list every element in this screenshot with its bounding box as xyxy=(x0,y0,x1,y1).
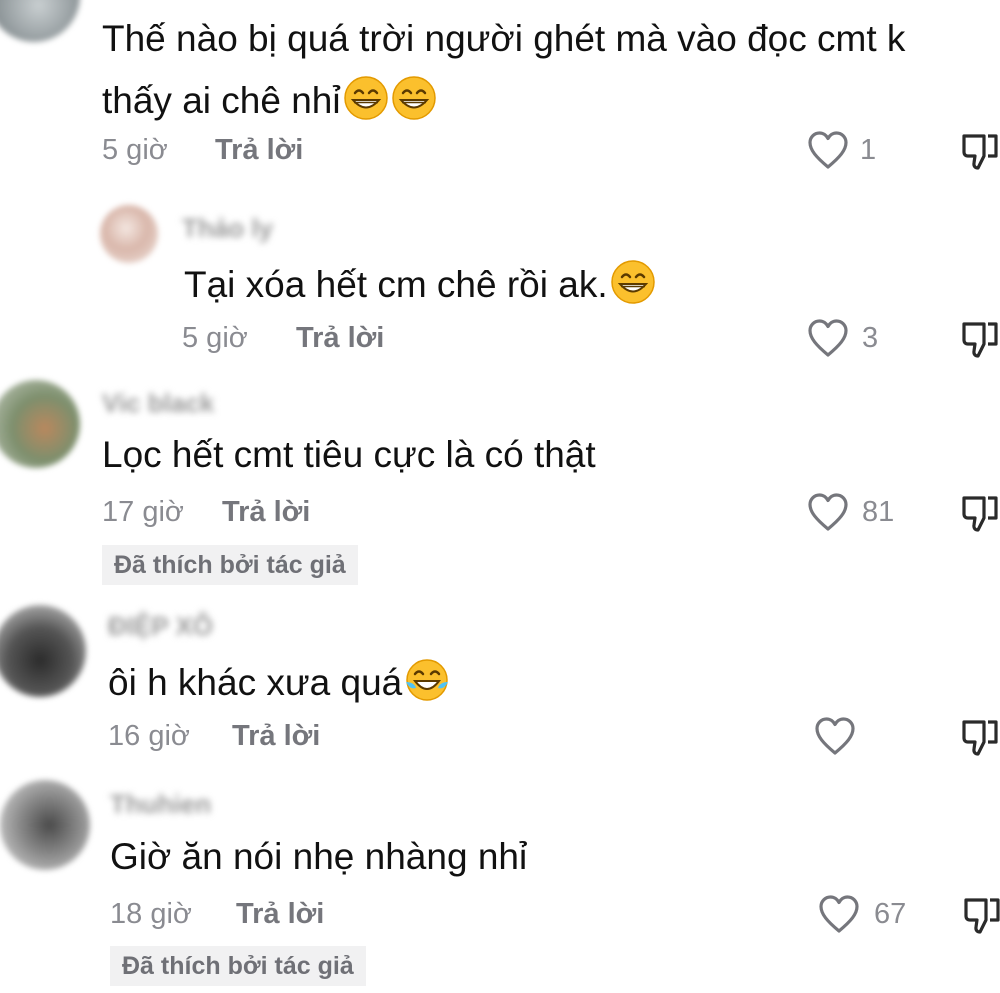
liked-by-creator-badge: Đã thích bởi tác giả xyxy=(110,946,366,986)
comment-text: Tại xóa hết cm chê rồi ak. xyxy=(184,254,656,316)
like-count: 3 xyxy=(862,322,879,354)
heart-outline-icon[interactable] xyxy=(807,130,849,170)
heart-outline-icon[interactable] xyxy=(814,716,856,756)
avatar[interactable] xyxy=(100,205,158,263)
avatar[interactable] xyxy=(0,0,80,42)
reply-button[interactable]: Trả lời xyxy=(222,496,310,529)
grin-emoji-icon xyxy=(391,75,437,121)
username[interactable]: Thuhien xyxy=(110,789,211,820)
heart-outline-icon[interactable] xyxy=(807,318,849,358)
reply-button[interactable]: Trả lời xyxy=(232,720,320,753)
heart-outline-icon[interactable] xyxy=(818,894,860,934)
tears-of-joy-emoji-icon xyxy=(404,657,450,703)
avatar[interactable] xyxy=(0,605,86,697)
liked-by-creator-badge: Đã thích bởi tác giả xyxy=(102,545,358,585)
username[interactable]: Vic black xyxy=(102,388,214,419)
reply-button[interactable]: Trả lời xyxy=(236,898,324,931)
dislike-thumb-icon[interactable] xyxy=(962,894,1000,934)
timestamp: 16 giờ xyxy=(108,720,190,752)
grin-emoji-icon xyxy=(343,75,389,121)
timestamp: 5 giờ xyxy=(102,134,168,166)
comment-text: Giờ ăn nói nhẹ nhàng nhỉ xyxy=(110,836,528,877)
like-count: 1 xyxy=(860,134,877,166)
timestamp: 5 giờ xyxy=(182,322,248,354)
comment-text: Thế nào bị quá trời người ghét mà vào đọ… xyxy=(102,18,906,121)
username[interactable]: Thảo ly xyxy=(182,213,273,244)
heart-outline-icon[interactable] xyxy=(807,492,849,532)
timestamp: 18 giờ xyxy=(110,898,192,930)
dislike-thumb-icon[interactable] xyxy=(960,130,1000,170)
timestamp: 17 giờ xyxy=(102,496,184,528)
avatar[interactable] xyxy=(0,780,90,870)
like-count: 81 xyxy=(862,496,895,528)
grin-emoji-icon xyxy=(610,259,656,305)
reply-button[interactable]: Trả lời xyxy=(215,134,303,167)
dislike-thumb-icon[interactable] xyxy=(960,716,1000,756)
comment-text: ôi h khác xưa quá xyxy=(108,652,450,714)
username[interactable]: ĐIỆP XÔ xyxy=(108,611,213,642)
comment-text: Lọc hết cmt tiêu cực là có thật xyxy=(102,434,596,475)
like-count: 67 xyxy=(874,898,907,930)
reply-button[interactable]: Trả lời xyxy=(296,322,384,355)
dislike-thumb-icon[interactable] xyxy=(960,318,1000,358)
avatar[interactable] xyxy=(0,380,80,468)
dislike-thumb-icon[interactable] xyxy=(960,492,1000,532)
